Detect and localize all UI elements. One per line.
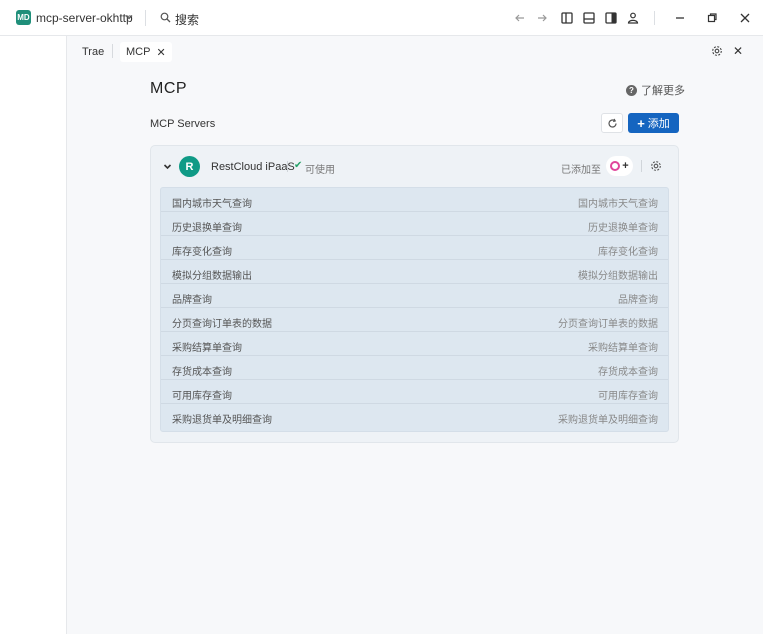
tool-row[interactable]: 品牌查询 品牌查询 <box>161 284 668 308</box>
added-to-label: 已添加至 <box>561 165 601 176</box>
gear-icon[interactable] <box>711 45 723 57</box>
tool-description: 库存变化查询 <box>598 247 658 258</box>
tool-row[interactable]: 采购结算单查询 采购结算单查询 <box>161 332 668 356</box>
project-name[interactable]: mcp-server-okhttp <box>36 11 133 25</box>
search-icon[interactable] <box>160 12 171 23</box>
tool-name: 可用库存查询 <box>172 391 232 402</box>
tool-description: 采购退货单及明细查询 <box>558 415 658 426</box>
arrow-right-icon[interactable] <box>535 11 549 25</box>
tool-description: 分页查询订单表的数据 <box>558 319 658 330</box>
status-text: 可使用 <box>305 165 335 176</box>
tool-description: 品牌查询 <box>618 295 658 306</box>
tool-row[interactable]: 库存变化查询 库存变化查询 <box>161 236 668 260</box>
refresh-button[interactable] <box>601 113 623 133</box>
tool-row[interactable]: 采购退货单及明细查询 采购退货单及明细查询 <box>161 404 668 428</box>
tool-name: 存货成本查询 <box>172 367 232 378</box>
learn-more-link[interactable]: ? 了解更多 <box>626 82 685 98</box>
tab-trae[interactable]: Trae <box>76 42 110 62</box>
help-icon: ? <box>626 84 637 96</box>
titlebar-divider <box>145 10 146 26</box>
page-title: MCP <box>150 80 188 97</box>
close-icon[interactable]: ✕ <box>156 46 165 59</box>
tab-bar <box>68 37 763 65</box>
add-server-button[interactable]: + 添加 <box>628 113 679 133</box>
minimize-icon[interactable] <box>673 11 687 25</box>
tool-row[interactable]: 可用库存查询 可用库存查询 <box>161 380 668 404</box>
title-bar: MD mcp-server-okhttp 搜索 <box>0 0 763 36</box>
tab-label: Trae <box>82 46 105 58</box>
tool-name: 分页查询订单表的数据 <box>172 319 272 330</box>
agent-icon <box>610 161 621 171</box>
tool-name: 采购结算单查询 <box>172 343 242 354</box>
section-title: MCP Servers <box>150 118 216 130</box>
tool-name: 模拟分组数据输出 <box>172 271 252 282</box>
plus-icon: + <box>637 115 645 131</box>
check-icon: ✔ <box>294 160 303 171</box>
toggle-left-panel-icon[interactable] <box>560 11 574 25</box>
tool-name: 历史退换单查询 <box>172 223 242 234</box>
tab-mcp[interactable]: MCP ✕ <box>120 42 172 62</box>
account-icon[interactable] <box>626 11 640 25</box>
add-button-label: 添加 <box>647 118 670 130</box>
status-divider <box>287 161 288 172</box>
left-panel <box>0 36 67 634</box>
tool-description: 历史退换单查询 <box>588 223 658 234</box>
refresh-icon <box>607 118 617 128</box>
chevron-down-icon[interactable] <box>163 162 172 171</box>
tab-label: MCP <box>126 46 151 58</box>
card-divider <box>641 160 642 172</box>
plus-icon: + <box>622 160 629 172</box>
search-button[interactable]: 搜索 <box>175 11 199 28</box>
tool-row[interactable]: 历史退换单查询 历史退换单查询 <box>161 212 668 236</box>
tool-row[interactable]: 国内城市天气查询 国内城市天气查询 <box>161 188 668 212</box>
toggle-bottom-panel-icon[interactable] <box>582 11 596 25</box>
restore-icon[interactable] <box>705 11 719 25</box>
tool-name: 采购退货单及明细查询 <box>172 415 272 426</box>
tool-description: 国内城市天气查询 <box>578 199 658 210</box>
chevron-down-icon[interactable] <box>124 12 134 22</box>
tool-description: 存货成本查询 <box>598 367 658 378</box>
project-badge[interactable]: MD <box>16 10 31 25</box>
tool-name: 库存变化查询 <box>172 247 232 258</box>
server-avatar: R <box>179 156 200 177</box>
learn-more-label: 了解更多 <box>641 85 685 97</box>
gear-icon[interactable] <box>650 160 662 172</box>
arrow-left-icon[interactable] <box>513 11 527 25</box>
tool-row[interactable]: 分页查询订单表的数据 分页查询订单表的数据 <box>161 308 668 332</box>
close-panel-icon[interactable]: ✕ <box>733 44 743 58</box>
tool-name: 品牌查询 <box>172 295 212 306</box>
add-agent-button[interactable]: + <box>606 156 633 176</box>
tool-row[interactable]: 存货成本查询 存货成本查询 <box>161 356 668 380</box>
tool-list: 国内城市天气查询 国内城市天气查询 历史退换单查询 历史退换单查询 库存变化查询 库存变化… <box>160 187 669 432</box>
tab-divider <box>112 44 113 58</box>
close-window-icon[interactable] <box>738 11 752 25</box>
tool-description: 模拟分组数据输出 <box>578 271 658 282</box>
titlebar-divider <box>654 11 655 25</box>
tool-row[interactable]: 模拟分组数据输出 模拟分组数据输出 <box>161 260 668 284</box>
tool-name: 国内城市天气查询 <box>172 199 252 210</box>
toggle-right-panel-icon[interactable] <box>604 11 618 25</box>
server-name: RestCloud iPaaS <box>211 161 295 173</box>
tool-description: 可用库存查询 <box>598 391 658 402</box>
tool-description: 采购结算单查询 <box>588 343 658 354</box>
